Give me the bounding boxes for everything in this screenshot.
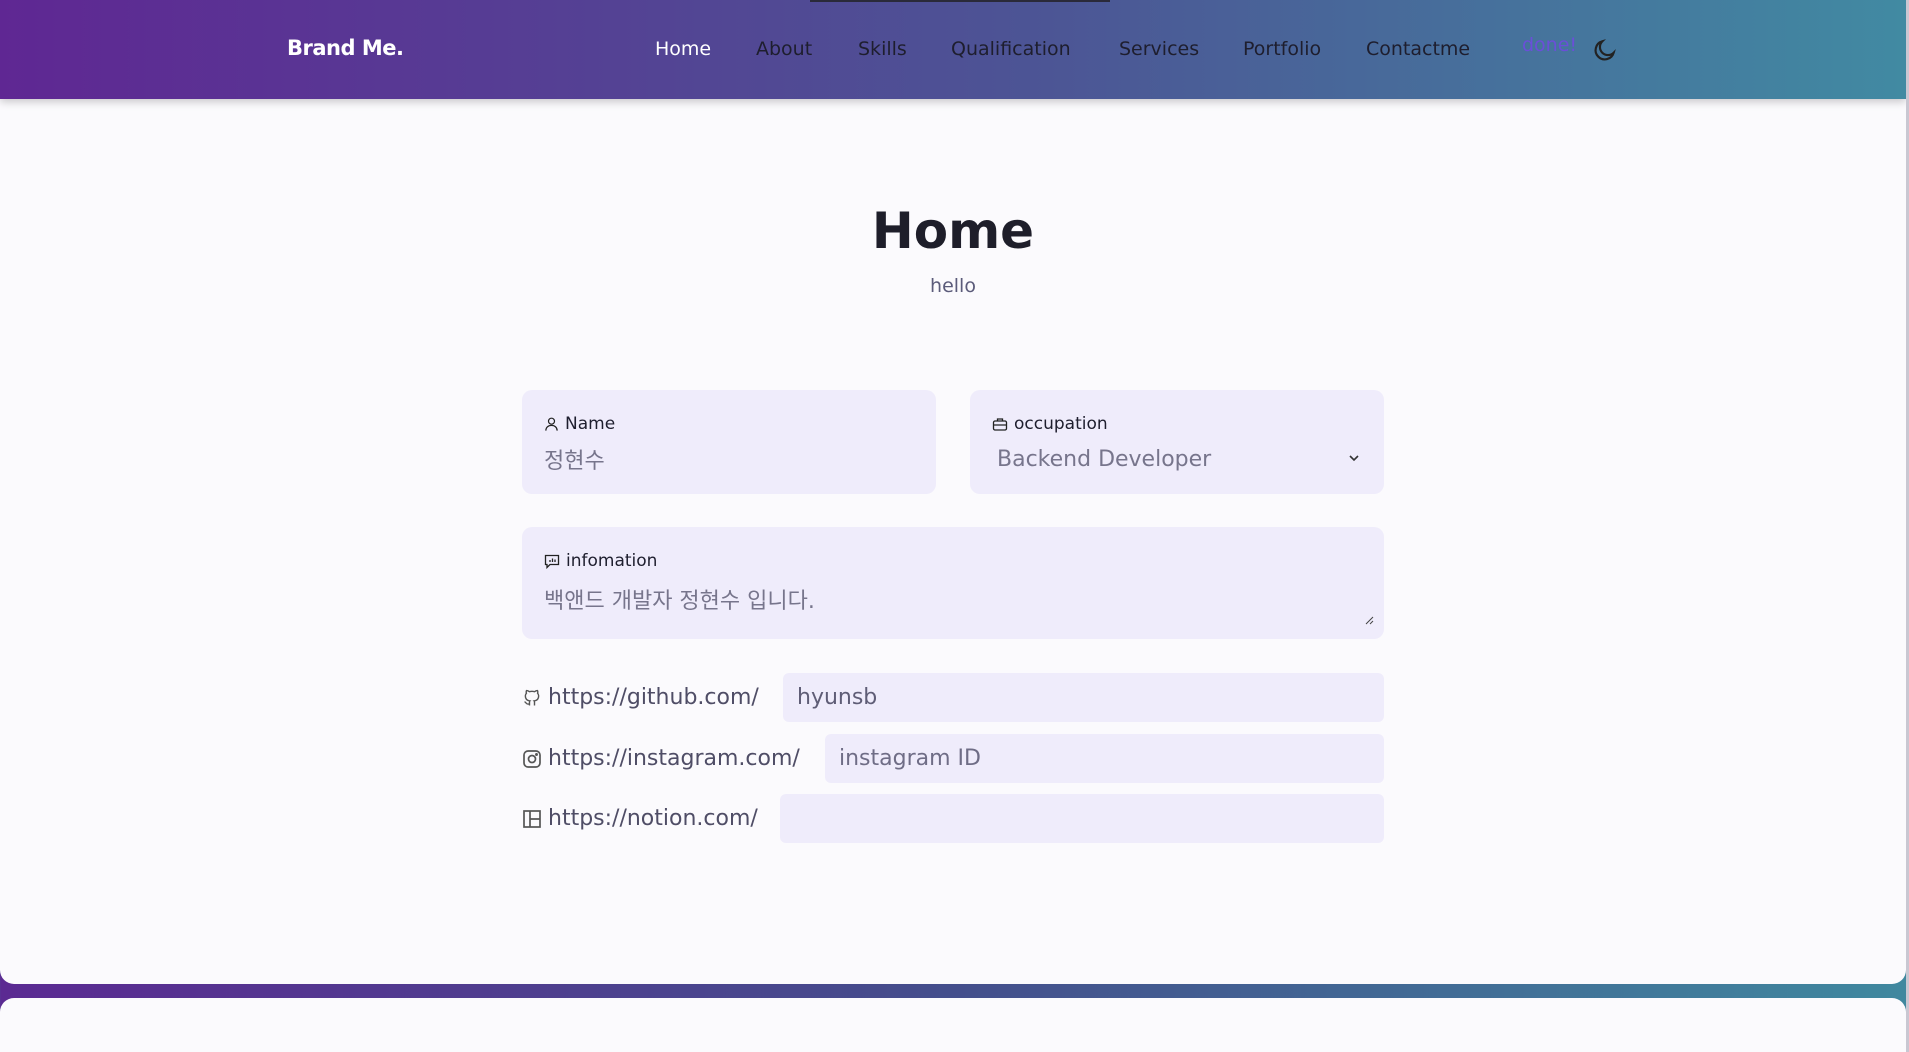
nav-contactme[interactable]: Contactme bbox=[1366, 38, 1470, 60]
instagram-prefix: https://instagram.com/ bbox=[548, 746, 800, 771]
information-label: infomation bbox=[566, 551, 658, 571]
nav-portfolio[interactable]: Portfolio bbox=[1243, 38, 1321, 60]
nav-qualification[interactable]: Qualification bbox=[951, 38, 1071, 60]
nav-about[interactable]: About bbox=[756, 38, 812, 60]
chevron-down-icon[interactable] bbox=[1348, 452, 1360, 464]
navbar: Brand Me. Home About Skills Qualificatio… bbox=[0, 0, 1906, 99]
occupation-label: occupation bbox=[1014, 414, 1108, 434]
save-status: done! bbox=[1522, 34, 1578, 56]
github-row: https://github.com/ bbox=[522, 673, 1384, 722]
user-icon bbox=[544, 416, 559, 432]
briefcase-icon bbox=[992, 417, 1008, 432]
name-field[interactable]: Name bbox=[522, 390, 936, 494]
message-icon bbox=[544, 554, 560, 569]
github-prefix: https://github.com/ bbox=[548, 685, 759, 710]
information-textarea[interactable]: 백앤드 개발자 정현수 입니다. bbox=[544, 583, 1234, 615]
github-input[interactable] bbox=[783, 673, 1384, 722]
next-section bbox=[0, 998, 1906, 1052]
nav-services[interactable]: Services bbox=[1119, 38, 1199, 60]
name-label: Name bbox=[565, 414, 616, 434]
notion-row: https://notion.com/ bbox=[522, 794, 1384, 843]
notion-input[interactable] bbox=[780, 794, 1384, 843]
brand-logo[interactable]: Brand Me. bbox=[287, 36, 404, 60]
instagram-row: https://instagram.com/ bbox=[522, 734, 1384, 783]
page-title: Home bbox=[871, 202, 1035, 260]
github-icon bbox=[522, 688, 542, 708]
notion-icon bbox=[522, 809, 542, 829]
occupation-select[interactable]: Backend Developer bbox=[997, 447, 1328, 472]
information-field[interactable]: infomation 백앤드 개발자 정현수 입니다. bbox=[522, 527, 1384, 639]
instagram-input[interactable] bbox=[825, 734, 1384, 783]
notion-prefix: https://notion.com/ bbox=[548, 806, 758, 831]
nav-skills[interactable]: Skills bbox=[858, 38, 907, 60]
occupation-field[interactable]: occupation Backend Developer bbox=[970, 390, 1384, 494]
instagram-icon bbox=[522, 749, 542, 769]
resize-handle-icon[interactable] bbox=[1364, 615, 1374, 625]
nav-home[interactable]: Home bbox=[655, 38, 711, 60]
moon-icon[interactable] bbox=[1592, 37, 1618, 63]
page-subtitle: hello bbox=[930, 275, 976, 297]
name-input[interactable] bbox=[544, 446, 876, 471]
scroll-progress-indicator bbox=[810, 0, 1110, 2]
